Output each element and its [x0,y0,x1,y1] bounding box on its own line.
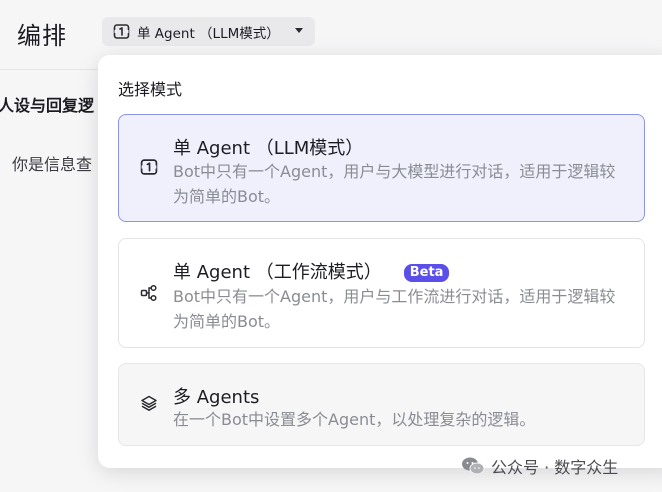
header-divider [0,69,110,70]
chevron-down-icon [295,28,303,33]
prompt-text[interactable]: 你是信息查 [12,151,92,175]
wechat-icon [461,456,485,476]
watermark: 公众号 · 数字众生 [461,454,618,478]
single-agent-icon [113,23,130,40]
option-title: 单 Agent （工作流模式） Beta [173,258,450,284]
page-title: 编排 [17,22,67,50]
option-description: Bot中只有一个Agent，用户与大模型进行对话，适用于逻辑较为简单的Bot。 [173,162,616,206]
beta-badge: Beta [403,264,450,282]
option-multi-agents[interactable]: 多 Agents 在一个Bot中设置多个Agent，以处理复杂的逻辑。 [118,363,645,446]
mode-selector-label: 单 Agent （LLM模式） [137,25,280,42]
dropdown-heading: 选择模式 [118,80,183,99]
single-agent-icon [139,157,159,177]
section-title: 人设与回复逻 [0,96,95,115]
workflow-icon [139,283,159,303]
mode-dropdown: 选择模式 单 Agent （LLM模式） Bot中只有一个Agent，用户与大模… [98,55,662,468]
option-title-text: 单 Agent （工作流模式） [173,262,382,283]
option-single-agent-workflow[interactable]: 单 Agent （工作流模式） Beta Bot中只有一个Agent，用户与工作流… [118,238,645,348]
option-single-agent-llm[interactable]: 单 Agent （LLM模式） Bot中只有一个Agent，用户与大模型进行对话… [118,114,645,222]
option-title: 单 Agent （LLM模式） [173,138,364,159]
layers-icon [139,393,159,413]
option-description: Bot中只有一个Agent，用户与工作流进行对话，适用于逻辑较为简单的Bot。 [173,287,616,331]
option-title: 多 Agents [173,387,260,408]
watermark-text: 公众号 · 数字众生 [491,458,619,477]
option-description: 在一个Bot中设置多个Agent，以处理复杂的逻辑。 [173,410,536,429]
mode-selector-button[interactable]: 单 Agent （LLM模式） [102,17,315,46]
